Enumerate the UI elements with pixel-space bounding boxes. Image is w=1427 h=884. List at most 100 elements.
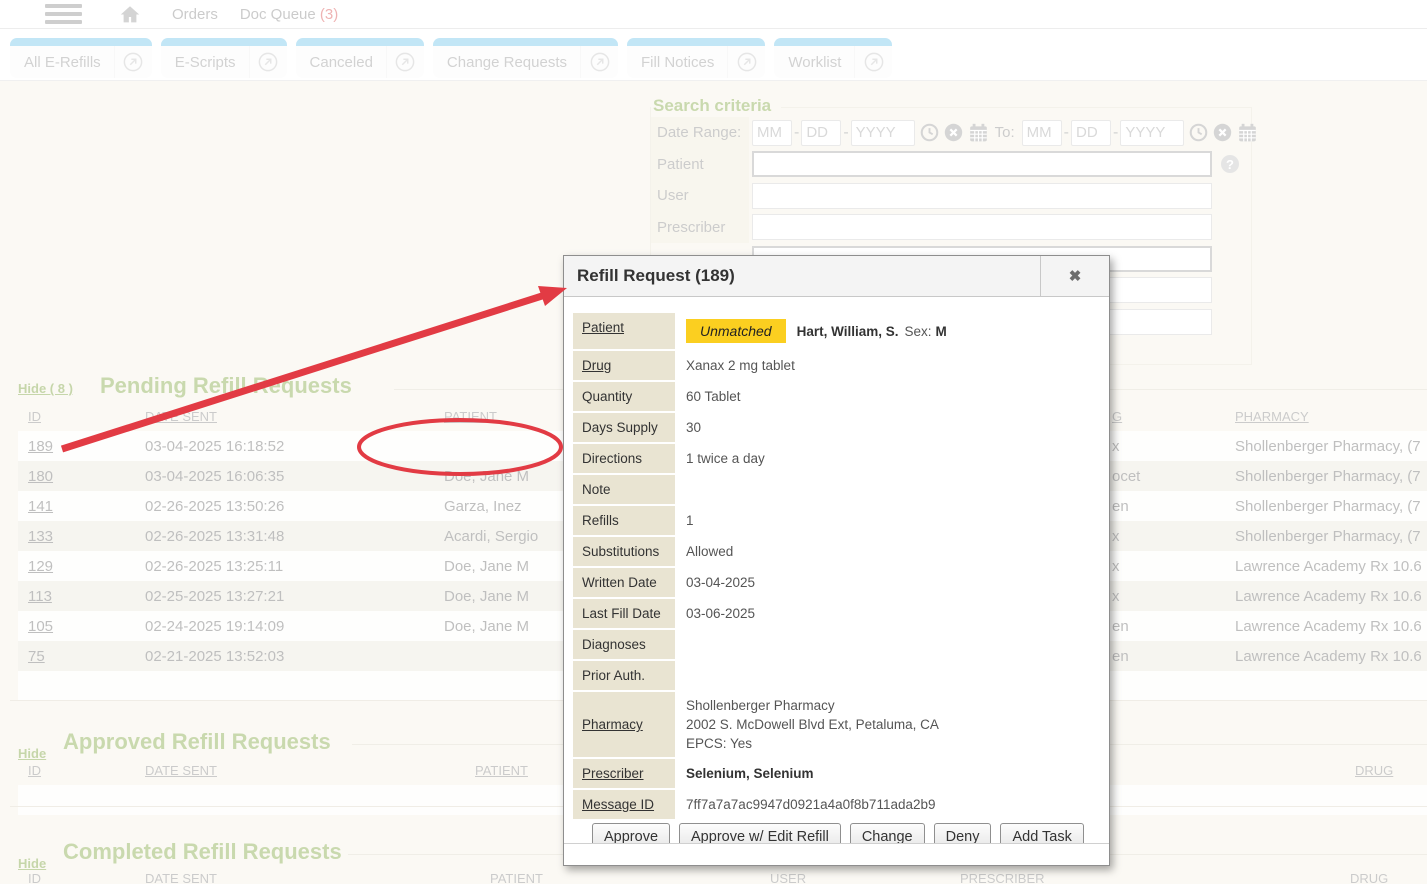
open-in-new-icon[interactable] (114, 46, 152, 78)
date-from-day-input[interactable] (801, 120, 841, 146)
completed-col-user[interactable]: USER (760, 865, 950, 884)
open-in-new-icon[interactable] (249, 46, 287, 78)
hamburger-menu-icon[interactable] (45, 4, 82, 24)
refill-id-link[interactable]: 189 (28, 438, 53, 455)
date-to-year-input[interactable] (1120, 120, 1184, 146)
approved-col-date-sent[interactable]: DATE SENT (135, 757, 465, 785)
drug-cell-fragment: en (1102, 491, 1225, 521)
prescriber-search-input[interactable] (752, 214, 1212, 240)
dialog-header[interactable]: Refill Request (189) ✖ (564, 256, 1109, 297)
patient-search-input[interactable] (752, 151, 1212, 177)
open-in-new-icon[interactable] (727, 46, 765, 78)
close-icon[interactable]: ✖ (1040, 256, 1109, 296)
patient-link[interactable]: Patient (573, 313, 675, 349)
prescriber-value: Selenium, Selenium (686, 766, 814, 781)
add-task-button[interactable]: Add Task (1000, 823, 1083, 843)
tab-label: Fill Notices (627, 46, 727, 78)
tab-fill-notices[interactable]: Fill Notices (627, 38, 765, 78)
date-range-row: Date Range: - - To: - - (651, 117, 1251, 149)
home-icon[interactable] (118, 4, 142, 25)
approved-col-drug[interactable]: DRUG (1345, 757, 1427, 785)
user-search-label: User (651, 180, 749, 212)
completed-col-prescriber[interactable]: PRESCRIBER (950, 865, 1340, 884)
prescriber-search-row: Prescriber (651, 212, 1251, 244)
date-to-day-input[interactable] (1071, 120, 1111, 146)
refill-id-link[interactable]: 141 (28, 498, 53, 515)
tab-e-scripts[interactable]: E-Scripts (161, 38, 287, 78)
drug-cell-fragment: en (1102, 611, 1225, 641)
refill-id-link[interactable]: 105 (28, 618, 53, 635)
user-search-row: User (651, 180, 1251, 212)
directions-value: 1 twice a day (675, 444, 1099, 473)
doc-queue-label: Doc Queue (240, 6, 316, 23)
refill-id-link[interactable]: 75 (28, 648, 45, 665)
approve-button[interactable]: Approve (592, 823, 670, 843)
date-to-month-input[interactable] (1022, 120, 1062, 146)
completed-col-date-sent[interactable]: DATE SENT (135, 865, 480, 884)
tab-all-e-refills[interactable]: All E-Refills (10, 38, 152, 78)
nav-orders[interactable]: Orders (172, 6, 218, 23)
field-quantity: Quantity 60 Tablet (573, 382, 1099, 411)
help-icon[interactable]: ? (1221, 155, 1239, 173)
change-button[interactable]: Change (850, 823, 925, 843)
field-refills: Refills 1 (573, 506, 1099, 535)
dialog-body: Patient Unmatched Hart, William, S. Sex:… (564, 297, 1109, 843)
message-id-link[interactable]: Message ID (573, 790, 675, 819)
tab-worklist[interactable]: Worklist (774, 38, 892, 78)
clock-icon[interactable] (1189, 123, 1208, 142)
date-from-year-input[interactable] (851, 120, 915, 146)
tab-change-requests[interactable]: Change Requests (433, 38, 618, 78)
substitutions-value: Allowed (675, 537, 1099, 566)
days-supply-value: 30 (675, 413, 1099, 442)
deny-button[interactable]: Deny (934, 823, 992, 843)
clock-icon[interactable] (920, 123, 939, 142)
tab-canceled[interactable]: Canceled (296, 38, 424, 78)
completed-col-drug[interactable]: DRUG (1340, 865, 1427, 884)
nav-doc-queue[interactable]: Doc Queue (3) (240, 6, 338, 23)
prescriber-link[interactable]: Prescriber (573, 759, 675, 788)
open-in-new-icon[interactable] (386, 46, 424, 78)
tab-label: Canceled (296, 46, 386, 78)
drug-cell-fragment: x (1102, 581, 1225, 611)
clear-date-icon[interactable] (1213, 123, 1232, 142)
completed-header-row: ID DATE SENT PATIENT USER PRESCRIBER DRU… (18, 865, 1427, 884)
doc-queue-count: (3) (320, 6, 338, 23)
approve-w-edit-refill-button[interactable]: Approve w/ Edit Refill (679, 823, 841, 843)
calendar-icon[interactable] (968, 123, 989, 143)
approved-col-id[interactable]: ID (18, 757, 135, 785)
open-in-new-icon[interactable] (854, 46, 892, 78)
completed-col-id[interactable]: ID (18, 865, 135, 884)
user-search-input[interactable] (752, 183, 1212, 209)
days-supply-label: Days Supply (573, 413, 675, 442)
pending-col-drug-fragment[interactable]: G (1102, 403, 1225, 431)
pending-col-date-sent[interactable]: DATE SENT (135, 403, 434, 431)
field-drug: Drug Xanax 2 mg tablet (573, 351, 1099, 380)
date-from-month-input[interactable] (752, 120, 792, 146)
open-in-new-icon[interactable] (580, 46, 618, 78)
pending-col-pharmacy[interactable]: PHARMACY (1225, 403, 1427, 431)
pharmacy-link[interactable]: Pharmacy (573, 692, 675, 757)
refill-id-link[interactable]: 113 (28, 588, 52, 605)
refill-id-link[interactable]: 133 (28, 528, 53, 545)
field-patient: Patient Unmatched Hart, William, S. Sex:… (573, 313, 1099, 349)
refill-id-link[interactable]: 129 (28, 558, 53, 575)
note-value (675, 475, 1099, 504)
pending-hide-link[interactable]: Hide ( 8 ) (18, 381, 73, 396)
refill-request-dialog: Refill Request (189) ✖ Patient Unmatched… (563, 255, 1110, 866)
clear-date-icon[interactable] (944, 123, 963, 142)
field-diagnoses: Diagnoses (573, 630, 1099, 659)
pending-section-title: Pending Refill Requests (100, 373, 352, 399)
refill-id-link[interactable]: 180 (28, 468, 53, 485)
patient-search-row: Patient ? (651, 149, 1251, 181)
calendar-icon[interactable] (1237, 123, 1258, 143)
drug-link[interactable]: Drug (573, 351, 675, 380)
pending-col-id[interactable]: ID (18, 403, 135, 431)
prescriber-search-label: Prescriber (651, 212, 749, 244)
completed-col-patient[interactable]: PATIENT (480, 865, 760, 884)
drug-cell-fragment: x (1102, 521, 1225, 551)
last-fill-date-value: 03-06-2025 (675, 599, 1099, 628)
field-last-fill-date: Last Fill Date 03-06-2025 (573, 599, 1099, 628)
search-criteria-legend: Search criteria (653, 96, 777, 116)
patient-name: Hart, William, S. (797, 324, 899, 339)
field-note: Note (573, 475, 1099, 504)
